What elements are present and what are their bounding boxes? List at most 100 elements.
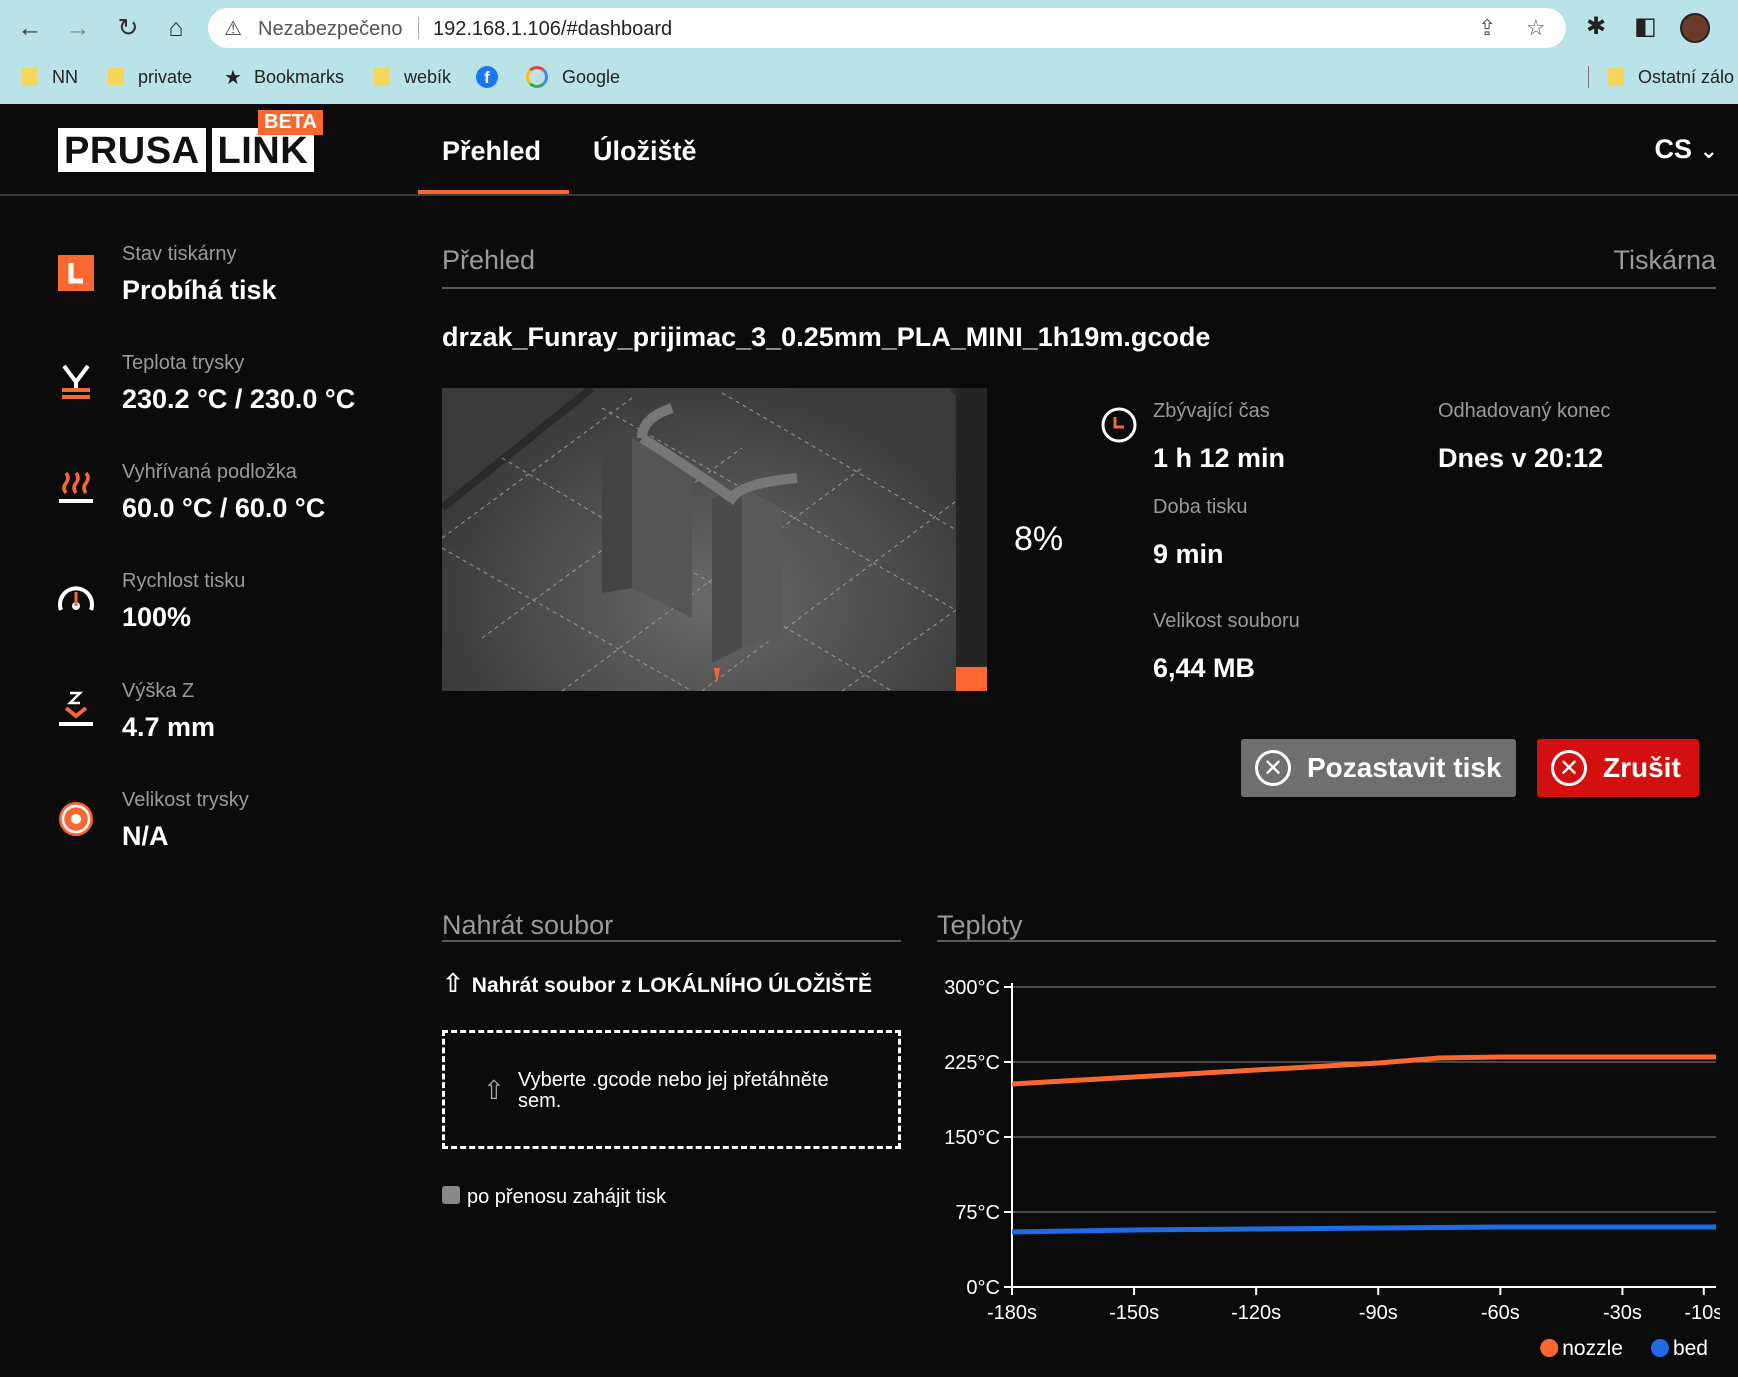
upload-arrow-icon: ⇧ [442,968,464,998]
temperature-chart: 0°C 75°C 150°C 225°C 300°C -180s -150s -120s -90… [944,977,1720,1360]
home-icon[interactable]: ⌂ [158,10,194,46]
printer-state-icon [58,255,94,291]
x-tick-label: -10s [1684,1302,1720,1324]
bookmark-private[interactable]: private [108,65,192,89]
share-icon[interactable]: ⇪ [1478,15,1496,41]
upload-arrow-icon: ⇧ [483,1075,505,1105]
back-icon[interactable]: ← [12,10,48,46]
profile-avatar[interactable] [1680,13,1710,43]
sidebar-label: Vyhřívaná podložka [122,461,297,483]
cancel-print-label: Zrušit [1603,752,1681,783]
facebook-icon: f [476,66,498,88]
folder-icon [22,68,38,86]
reload-icon[interactable]: ↻ [110,10,146,46]
print-time-label: Doba tisku [1153,496,1248,518]
pause-print-button[interactable]: ✕ Pozastavit tisk [1241,739,1516,797]
sidebar-value: 230.2 °C / 230.0 °C [122,384,356,414]
clock-icon [1101,407,1137,443]
bookmark-divider [1588,66,1589,88]
y-tick-label: 150°C [944,1127,1000,1149]
x-tick-label: -150s [1109,1302,1159,1324]
progress-fill [956,667,987,691]
bookmarks-bar: NN private ★ Bookmarks webík f Google Ost… [0,58,1738,94]
cancel-print-button[interactable]: ✕ Zrušit [1537,739,1699,797]
bookmark-google[interactable]: Google [526,65,620,89]
prusa-link-logo[interactable]: PRUSA LINK [58,128,315,176]
x-tick-label: -120s [1231,1302,1281,1324]
remaining-time-value: 1 h 12 min [1153,443,1286,473]
security-status: Nezabezpečeno [258,18,403,40]
sidebar-value: 4.7 mm [122,712,216,742]
y-tick-label: 75°C [955,1202,1000,1224]
heatbed-icon [59,471,93,503]
tab-prehled[interactable]: Přehled [442,136,541,167]
address-bar[interactable]: ⚠ Nezabezpečeno 192.168.1.106/#dashboard… [208,8,1566,48]
legend-swatch-bed [1650,1339,1669,1357]
section-title-temps: Teploty [937,910,1023,940]
print-time-value: 9 min [1153,539,1224,569]
x-tick-label: -60s [1481,1302,1520,1324]
file-size-label: Velikost souboru [1153,610,1300,632]
section-title-upload: Nahrát soubor [442,910,614,940]
x-tick-label: -180s [987,1302,1037,1324]
forward-icon[interactable]: → [60,10,96,46]
file-dropzone[interactable]: ⇧ Vyberte .gcode nebo jej přetáhněte sem… [442,1030,901,1149]
sidebar-label: Teplota trysky [122,352,245,374]
y-tick-label: 225°C [944,1052,1000,1074]
bookmark-bookmarks[interactable]: ★ Bookmarks [224,65,344,89]
sidebar-value: 100% [122,602,192,632]
bookmark-other[interactable]: Ostatní zálo [1608,65,1734,89]
bookmark-label: Ostatní zálo [1638,66,1735,87]
star-icon: ★ [224,66,242,89]
page-root: ← → ↻ ⌂ ⚠ Nezabezpečeno 192.168.1.106/#d… [0,0,1738,1377]
chevron-down-icon: ⌄ [1699,138,1718,163]
address-separator [418,17,419,39]
legend-label-bed: bed [1673,1337,1708,1360]
google-icon [526,66,548,88]
section-divider [442,287,1716,289]
warning-icon: ⚠ [224,18,242,40]
upload-local-label: Nahrát soubor z LOKÁLNÍHO ÚLOŽIŠTĚ [471,974,872,997]
start-print-checkbox[interactable] [442,1186,460,1204]
x-tick-label: -90s [1359,1302,1398,1324]
sidebar-label: Stav tiskárny [122,243,237,265]
nozzle-size-icon [59,802,93,836]
tab-uloziste[interactable]: Úložiště [593,136,697,167]
logo-prusa: PRUSA [58,128,206,172]
extensions-icon[interactable]: ✱ [1586,12,1606,41]
app-header: PRUSA LINK BETA Přehled Úložiště CS ⌄ [0,104,1738,196]
active-tab-underline [418,190,569,194]
bookmark-nn[interactable]: NN [22,65,78,89]
sidebar-label: Výška Z [122,680,195,702]
star-icon[interactable]: ☆ [1526,15,1546,41]
upload-local-link[interactable]: ⇧ Nahrát soubor z LOKÁLNÍHO ÚLOŽIŠTĚ [442,968,872,999]
series-line-nozzle [1011,1054,1716,1087]
estimated-end-value: Dnes v 20:12 [1438,443,1604,473]
bookmark-facebook[interactable]: f [476,65,508,89]
bookmark-label: NN [52,66,78,87]
x-tick-label: -30s [1603,1302,1642,1324]
url-text[interactable]: 192.168.1.106/#dashboard [433,18,672,41]
browser-chrome: ← → ↻ ⌂ ⚠ Nezabezpečeno 192.168.1.106/#d… [0,0,1738,104]
folder-icon [1608,68,1624,86]
language-select[interactable]: CS ⌄ [1655,134,1718,165]
z-height-icon [59,691,93,726]
folder-icon [374,68,390,86]
progress-track [956,388,987,691]
close-circle-icon: ✕ [1255,750,1291,786]
y-tick-label: 0°C [966,1277,1000,1299]
printer-link[interactable]: Tiskárna [1613,245,1716,276]
bookmark-label: Bookmarks [253,66,344,87]
pause-print-label: Pozastavit tisk [1307,752,1502,783]
section-divider [937,940,1716,942]
estimated-end-label: Odhadovaný konec [1438,400,1611,422]
bookmark-webik[interactable]: webík [374,65,451,89]
file-name: drzak_Funray_prijimac_3_0.25mm_PLA_MINI_… [442,322,1211,352]
dropzone-text: Vyberte .gcode nebo jej přetáhněte sem. [518,1069,829,1112]
side-panel-icon[interactable]: ◧ [1634,12,1657,41]
bookmark-label: private [138,66,193,87]
section-divider [442,940,901,942]
speed-gauge-icon [58,586,94,611]
bookmark-label: webík [404,66,452,87]
start-print-checkbox-label[interactable]: po přenosu zahájit tisk [467,1186,666,1209]
